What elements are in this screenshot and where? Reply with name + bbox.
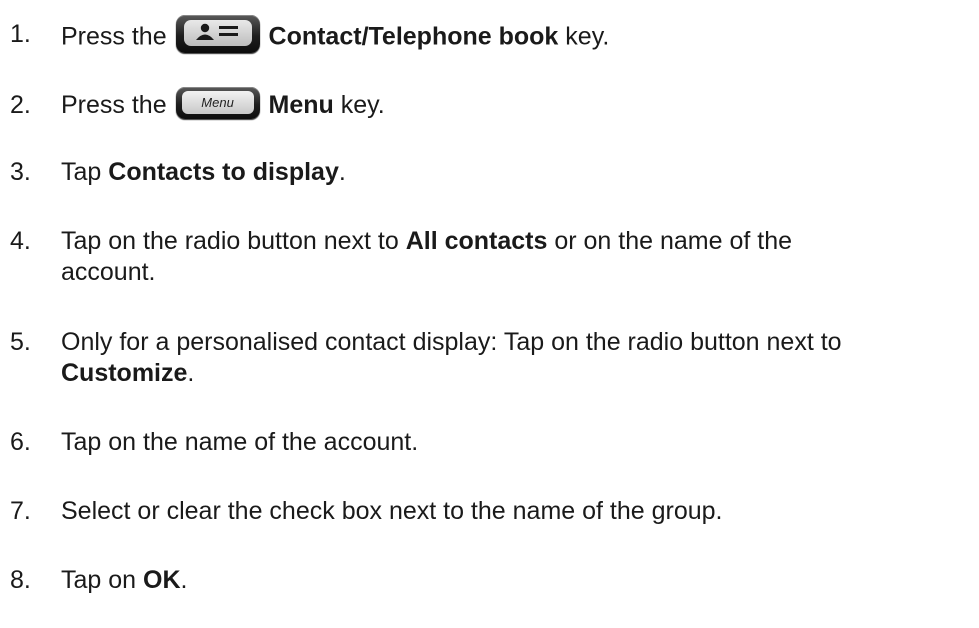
step-text-bold: Contact/Telephone book — [268, 22, 559, 51]
step-text: Press the Contact/Telephone book key. — [61, 15, 979, 57]
step-text: Tap on the name of the account. — [61, 428, 419, 456]
step-number: 3. — [10, 158, 31, 186]
step-text-bold: All contacts — [405, 227, 548, 255]
step-number: 7. — [10, 497, 31, 525]
step-text-bold: Customize — [61, 359, 188, 387]
step-text-post: . — [338, 158, 346, 186]
step-text: Press the Menu Menu key. — [61, 87, 979, 122]
step-text-post: . — [187, 359, 195, 387]
step-text: Only for a personalised contact display:… — [61, 327, 979, 389]
step-text-post: key. — [558, 22, 610, 51]
step-text-post: key. — [333, 91, 385, 119]
step-number: 4. — [10, 227, 31, 255]
step-text-bold: Menu — [268, 91, 334, 119]
step-text-line2: Customize. — [61, 358, 979, 389]
step-number: 8. — [10, 566, 31, 594]
step-text-pre: Press the — [61, 22, 174, 51]
step-text: Tap on OK. — [61, 565, 979, 596]
menu-key-icon: Menu — [175, 87, 260, 120]
step-number: 5. — [10, 328, 31, 356]
step-number: 2. — [10, 91, 31, 119]
step-text-pre: Only for a personalised contact display:… — [61, 328, 842, 356]
step-text: Tap on the radio button next to All cont… — [61, 226, 979, 288]
step-text-pre: Press the — [61, 91, 174, 119]
step-number: 6. — [10, 428, 31, 456]
step-text-pre: Tap — [61, 158, 109, 186]
step-text: Select or clear the check box next to th… — [61, 497, 723, 525]
step-text-pre: Tap on the radio button next to — [61, 227, 406, 255]
step-text-bold: OK — [143, 566, 181, 594]
step-text-post: . — [180, 566, 188, 594]
step-text-pre: Tap on — [61, 566, 144, 594]
step-text: Tap Contacts to display. — [61, 157, 979, 188]
menu-key-label: Menu — [181, 91, 254, 115]
step-text-line2: account. — [61, 258, 156, 286]
step-text-post: or on the name of the — [547, 227, 793, 255]
contact-book-key-icon — [175, 15, 260, 53]
step-number: 1. — [10, 20, 31, 48]
step-text-bold: Contacts to display — [108, 158, 339, 186]
